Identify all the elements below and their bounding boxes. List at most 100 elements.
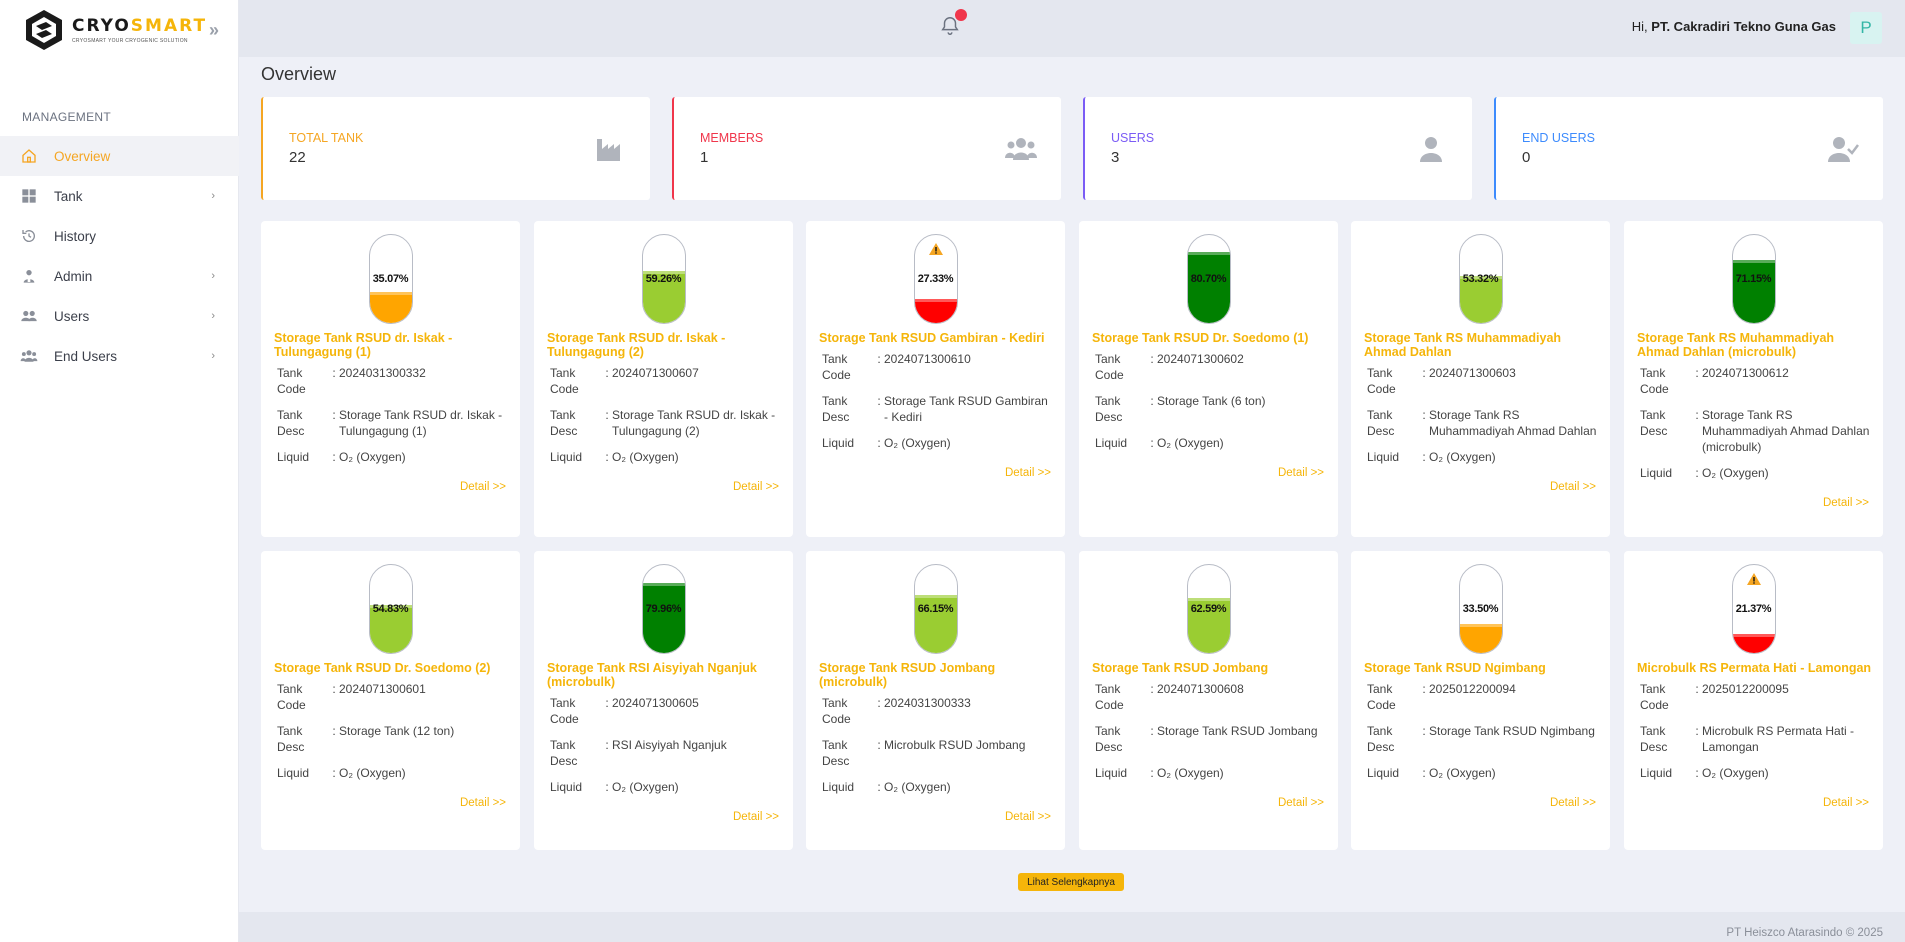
page-title: Overview bbox=[261, 64, 337, 84]
tank-liquid-row: Liquid: O₂ (Oxygen) bbox=[550, 779, 781, 795]
detail-link[interactable]: Detail >> bbox=[1823, 797, 1869, 809]
field-label: Tank Desc bbox=[822, 738, 850, 768]
tank-liquid: O₂ (Oxygen) bbox=[1157, 766, 1224, 780]
sidebar-item-label: History bbox=[54, 228, 97, 244]
tank-details: Tank Code:2024071300607 Tank Desc: Storage… bbox=[550, 365, 781, 475]
tank-name[interactable]: Storage Tank RSUD dr. Iskak - Tulungagun… bbox=[547, 331, 783, 359]
sidebar-item-history[interactable]: History bbox=[0, 216, 239, 256]
tank-card: 62.59% Storage Tank RSUD Jombang Tank Code… bbox=[1079, 551, 1338, 850]
tank-liquid: O₂ (Oxygen) bbox=[612, 780, 679, 794]
brand-logo[interactable]: CRYOSMART CRYOSMART YOUR CRYOGENIC SOLUT… bbox=[22, 8, 219, 52]
tank-name[interactable]: Storage Tank RSUD Gambiran - Kediri bbox=[819, 331, 1055, 345]
field-label: Tank Code bbox=[277, 366, 306, 396]
tank-desc: Storage Tank RS Muhammadiyah Ahmad Dahla… bbox=[1429, 408, 1597, 438]
sidebar-item-label: End Users bbox=[54, 348, 118, 364]
sidebar-item-users[interactable]: Users › bbox=[0, 296, 239, 336]
tank-code: 2024031300333 bbox=[884, 696, 971, 710]
tank-level-label: 59.26% bbox=[645, 273, 682, 285]
tank-gauge: 33.50% bbox=[1458, 564, 1503, 654]
field-label: Tank Desc bbox=[1367, 408, 1395, 438]
tank-desc: Storage Tank RSUD Ngimbang bbox=[1429, 724, 1595, 738]
tank-name[interactable]: Storage Tank RSUD Jombang bbox=[1092, 661, 1328, 675]
tank-name[interactable]: Storage Tank RSI Aisyiyah Nganjuk (micro… bbox=[547, 661, 783, 689]
field-label: Tank Desc bbox=[550, 738, 578, 768]
detail-link[interactable]: Detail >> bbox=[1278, 467, 1324, 479]
detail-link[interactable]: Detail >> bbox=[1550, 481, 1596, 493]
field-label: Liquid bbox=[1367, 766, 1400, 780]
chevron-right-icon: › bbox=[211, 190, 215, 202]
tank-desc-row: Tank Desc: Microbulk RS Permata Hati - La… bbox=[1640, 723, 1871, 755]
tank-liquid-row: Liquid: O₂ (Oxygen) bbox=[1367, 765, 1598, 781]
field-label: Tank Code bbox=[550, 696, 579, 726]
users-icon bbox=[20, 307, 38, 325]
field-label: Tank Desc bbox=[822, 394, 850, 424]
tank-level-label: 71.15% bbox=[1735, 273, 1772, 285]
tank-desc-row: Tank Desc: Storage Tank RS Muhammadiyah A… bbox=[1640, 408, 1870, 454]
load-more-button[interactable]: Lihat Selengkapnya bbox=[1018, 873, 1124, 891]
detail-link[interactable]: Detail >> bbox=[1550, 797, 1596, 809]
tank-name[interactable]: Storage Tank RS Muhammadiyah Ahmad Dahla… bbox=[1637, 331, 1873, 359]
tank-card: 54.83% Storage Tank RSUD Dr. Soedomo (2) T… bbox=[261, 551, 520, 850]
tank-name[interactable]: Storage Tank RSUD dr. Iskak - Tulungagun… bbox=[274, 331, 510, 359]
history-icon bbox=[20, 227, 38, 245]
tank-liquid-row: Liquid: O₂ (Oxygen) bbox=[1367, 449, 1598, 465]
tank-name[interactable]: Microbulk RS Permata Hati - Lamongan bbox=[1637, 661, 1873, 675]
detail-link[interactable]: Detail >> bbox=[1823, 497, 1869, 509]
tank-code-row: Tank Code:2024071300608 bbox=[1095, 681, 1326, 713]
tank-code: 2024071300610 bbox=[884, 352, 971, 366]
detail-link[interactable]: Detail >> bbox=[460, 481, 506, 493]
tank-code: 2024071300602 bbox=[1157, 352, 1244, 366]
tank-liquid-row: Liquid: O₂ (Oxygen) bbox=[550, 449, 781, 465]
chevron-right-icon: › bbox=[211, 270, 215, 282]
detail-link[interactable]: Detail >> bbox=[1005, 467, 1051, 479]
field-label: Liquid bbox=[1640, 466, 1673, 480]
sidebar-item-end-users[interactable]: End Users › bbox=[0, 336, 239, 376]
tank-name[interactable]: Storage Tank RSUD Jombang (microbulk) bbox=[819, 661, 1055, 689]
field-label: Tank Code bbox=[1367, 682, 1396, 712]
tank-desc-row: Tank Desc: Storage Tank RSUD Jombang bbox=[1095, 723, 1326, 755]
tank-name[interactable]: Storage Tank RS Muhammadiyah Ahmad Dahla… bbox=[1364, 331, 1600, 359]
tank-level-label: 35.07% bbox=[372, 273, 409, 285]
tank-name[interactable]: Storage Tank RSUD Ngimbang bbox=[1364, 661, 1600, 675]
tank-liquid: O₂ (Oxygen) bbox=[1429, 450, 1496, 464]
avatar[interactable]: P bbox=[1850, 12, 1882, 44]
tank-card: 21.37% Microbulk RS Permata Hati - Lamong… bbox=[1624, 551, 1883, 850]
sidebar-item-tank[interactable]: Tank › bbox=[0, 176, 239, 216]
tank-desc: RSI Aisyiyah Nganjuk bbox=[612, 738, 727, 752]
tank-desc: Storage Tank (12 ton) bbox=[339, 724, 455, 738]
detail-link[interactable]: Detail >> bbox=[1278, 797, 1324, 809]
detail-link[interactable]: Detail >> bbox=[733, 481, 779, 493]
tank-desc: Microbulk RS Permata Hati - Lamongan bbox=[1702, 724, 1855, 754]
tank-desc-row: Tank Desc: Storage Tank RSUD dr. Iskak - … bbox=[550, 407, 781, 439]
tank-liquid-row: Liquid: O₂ (Oxygen) bbox=[822, 779, 1053, 795]
tank-details: Tank Code:2024071300601 Tank Desc: Storage… bbox=[277, 681, 508, 791]
tank-name[interactable]: Storage Tank RSUD Dr. Soedomo (2) bbox=[274, 661, 510, 675]
stat-label: MEMBERS bbox=[700, 131, 764, 145]
detail-link[interactable]: Detail >> bbox=[460, 797, 506, 809]
sidebar-item-admin[interactable]: Admin › bbox=[0, 256, 239, 296]
user-greeting[interactable]: Hi, PT. Cakradiri Tekno Guna Gas bbox=[1632, 19, 1836, 34]
detail-link[interactable]: Detail >> bbox=[1005, 811, 1051, 823]
field-label: Tank Desc bbox=[277, 408, 305, 438]
tank-level-label: 66.15% bbox=[917, 603, 954, 615]
end-users-icon bbox=[20, 347, 38, 365]
tank-code-row: Tank Code:2024071300601 bbox=[277, 681, 508, 713]
tank-desc-row: Tank Desc: Storage Tank (6 ton) bbox=[1095, 393, 1326, 425]
tank-level-label: 33.50% bbox=[1462, 603, 1499, 615]
sidebar-item-overview[interactable]: Overview bbox=[0, 136, 239, 176]
tank-name[interactable]: Storage Tank RSUD Dr. Soedomo (1) bbox=[1092, 331, 1328, 345]
tank-card: 80.70% Storage Tank RSUD Dr. Soedomo (1) T… bbox=[1079, 221, 1338, 537]
factory-icon bbox=[594, 135, 624, 163]
tank-liquid: O₂ (Oxygen) bbox=[1429, 766, 1496, 780]
field-label: Tank Code bbox=[1640, 366, 1669, 396]
tank-desc: Storage Tank RSUD Gambiran - Kediri bbox=[884, 394, 1048, 424]
field-label: Liquid bbox=[1367, 450, 1400, 464]
tank-liquid: O₂ (Oxygen) bbox=[884, 780, 951, 794]
sidebar-item-label: Overview bbox=[54, 148, 111, 164]
tank-liquid-row: Liquid: O₂ (Oxygen) bbox=[1640, 765, 1871, 781]
chevron-right-icon: › bbox=[211, 310, 215, 322]
tank-code: 2024031300332 bbox=[339, 366, 426, 380]
tank-card: 66.15% Storage Tank RSUD Jombang (microbu… bbox=[806, 551, 1065, 850]
detail-link[interactable]: Detail >> bbox=[733, 811, 779, 823]
tank-liquid: O₂ (Oxygen) bbox=[1157, 436, 1224, 450]
